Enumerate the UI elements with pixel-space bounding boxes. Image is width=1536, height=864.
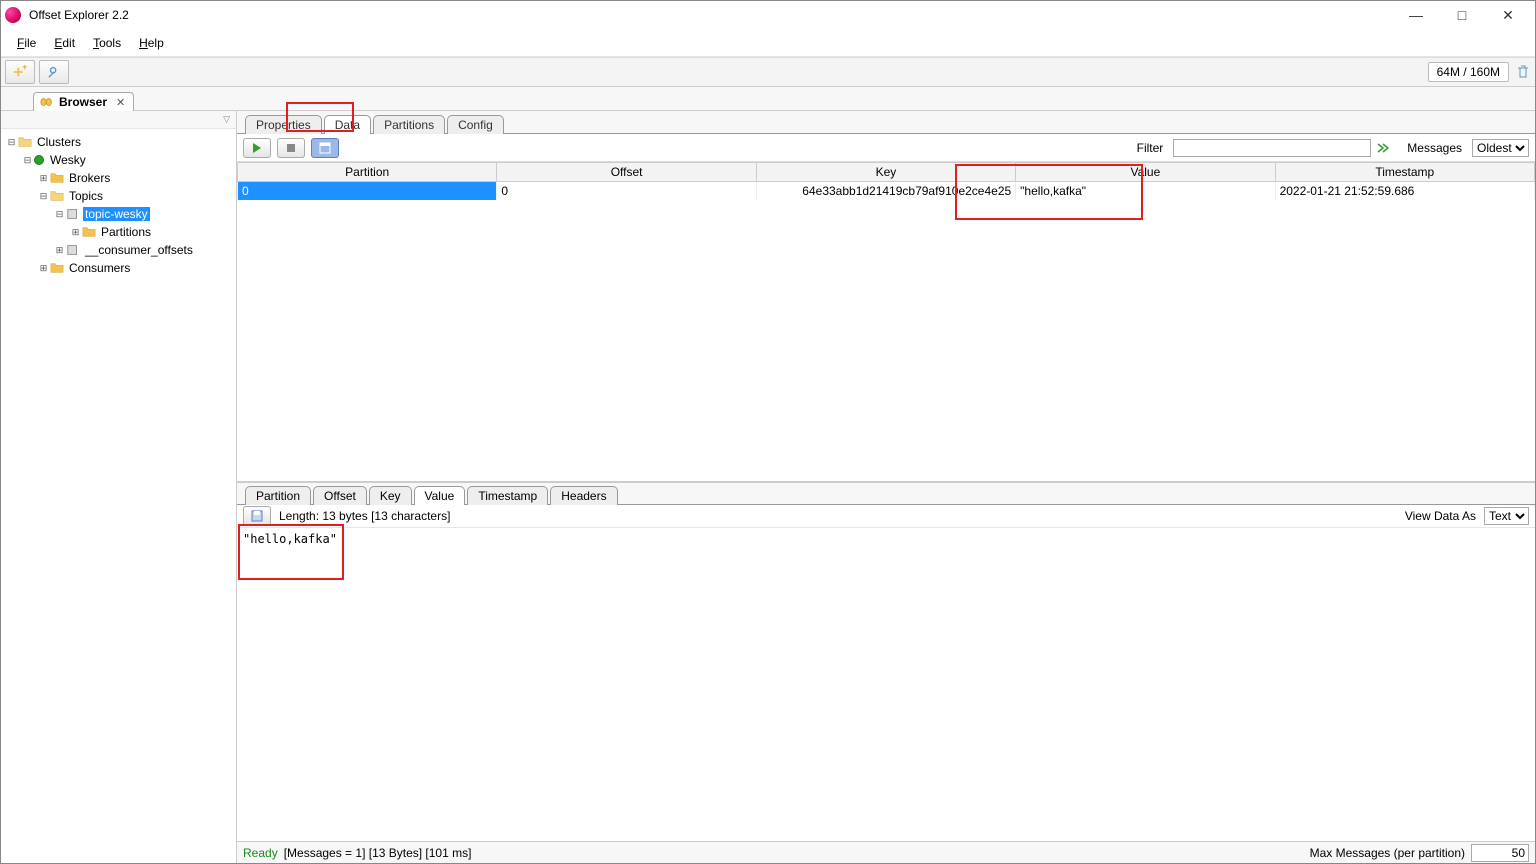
menu-edit[interactable]: Edit (46, 34, 83, 52)
tab-config[interactable]: Config (447, 115, 504, 134)
folder-icon (50, 171, 64, 185)
stop-button[interactable] (277, 138, 305, 158)
tab-partitions-main[interactable]: Partitions (373, 115, 445, 134)
wrench-icon (47, 65, 61, 79)
tree-clusters[interactable]: ⊟ Clusters (3, 133, 234, 151)
detail-tabs: Partition Offset Key Value Timestamp Hea… (237, 482, 1535, 504)
tree-consumers[interactable]: ⊞ Consumers (3, 259, 234, 277)
browser-sidebar: ▽ ⊟ Clusters ⊟ Wesky ⊞ Brokers ⊟ Topics (1, 111, 237, 863)
filter-go-button[interactable] (1377, 141, 1391, 155)
cell-value: "hello,kafka" (1016, 182, 1275, 200)
go-arrow-icon (1377, 142, 1389, 154)
tree-partitions[interactable]: ⊞ Partitions (3, 223, 234, 241)
view-mode-button[interactable] (311, 138, 339, 158)
cell-offset: 0 (497, 182, 756, 200)
tab-properties[interactable]: Properties (245, 115, 322, 134)
menu-tools[interactable]: Tools (85, 34, 129, 52)
tab-close-icon[interactable]: ✕ (116, 96, 125, 109)
stop-icon (285, 142, 297, 154)
detail-body[interactable]: "hello,kafka" (237, 528, 1535, 841)
add-icon: + (13, 65, 27, 79)
detail-tab-headers[interactable]: Headers (550, 486, 617, 505)
messages-select[interactable]: Oldest (1472, 139, 1529, 157)
tree-topic-wesky[interactable]: ⊟ topic-wesky (3, 205, 234, 223)
trash-icon (1515, 64, 1531, 80)
cell-key: 64e33abb1d21419cb79af910e2ce4e25 (756, 182, 1015, 200)
cell-timestamp: 2022-01-21 21:52:59.686 (1275, 182, 1534, 200)
col-key[interactable]: Key (756, 163, 1015, 182)
cell-partition: 0 (238, 182, 497, 200)
menu-bar: File Edit Tools Help (1, 29, 1535, 57)
editor-tabs: Browser ✕ (1, 87, 1535, 111)
detail-toolbar: Length: 13 bytes [13 characters] View Da… (237, 504, 1535, 528)
col-partition[interactable]: Partition (238, 163, 497, 182)
menu-help[interactable]: Help (131, 34, 172, 52)
maximize-button[interactable]: □ (1439, 1, 1485, 29)
browser-tab-icon (40, 95, 54, 109)
panel-icon (319, 142, 331, 154)
memory-total: 160M (1470, 65, 1500, 79)
filter-input[interactable] (1173, 139, 1371, 157)
folder-open-icon (50, 189, 64, 203)
col-value[interactable]: Value (1016, 163, 1275, 182)
max-messages-label: Max Messages (per partition) (1310, 846, 1465, 860)
status-ready: Ready (243, 846, 278, 860)
app-icon (5, 7, 21, 23)
main-toolbar: + 64M / 160M (1, 57, 1535, 87)
memory-indicator: 64M / 160M (1428, 62, 1509, 82)
browser-tab[interactable]: Browser ✕ (33, 92, 134, 111)
status-bar: Ready [Messages = 1] [13 Bytes] [101 ms]… (237, 841, 1535, 863)
view-data-as-label: View Data As (1405, 509, 1476, 523)
topic-tabs: Properties Data Partitions Config (237, 111, 1535, 133)
col-offset[interactable]: Offset (497, 163, 756, 182)
detail-tab-timestamp[interactable]: Timestamp (467, 486, 548, 505)
sidebar-header: ▽ (1, 111, 236, 129)
close-button[interactable]: ✕ (1485, 1, 1531, 29)
status-dot-icon (34, 155, 44, 165)
topic-icon (66, 243, 80, 257)
table-row[interactable]: 0 0 64e33abb1d21419cb79af910e2ce4e25 "he… (238, 182, 1535, 200)
cluster-tree[interactable]: ⊟ Clusters ⊟ Wesky ⊞ Brokers ⊟ Topics ⊟ (1, 129, 236, 281)
detail-tab-partition[interactable]: Partition (245, 486, 311, 505)
length-label: Length: 13 bytes [13 characters] (279, 509, 450, 523)
folder-icon (82, 225, 96, 239)
data-toolbar: Filter Messages Oldest (237, 134, 1535, 162)
messages-table[interactable]: Partition Offset Key Value Timestamp 0 0… (237, 162, 1535, 482)
tree-cluster-wesky[interactable]: ⊟ Wesky (3, 151, 234, 169)
settings-button[interactable] (39, 60, 69, 84)
folder-open-icon (18, 135, 32, 149)
add-cluster-button[interactable]: + (5, 60, 35, 84)
play-button[interactable] (243, 138, 271, 158)
col-timestamp[interactable]: Timestamp (1275, 163, 1534, 182)
folder-icon (50, 261, 64, 275)
play-icon (251, 142, 263, 154)
topic-icon (66, 207, 80, 221)
detail-tab-key[interactable]: Key (369, 486, 412, 505)
messages-label: Messages (1407, 141, 1462, 155)
tree-brokers[interactable]: ⊞ Brokers (3, 169, 234, 187)
browser-tab-label: Browser (59, 95, 107, 109)
window-title: Offset Explorer 2.2 (29, 8, 129, 22)
tree-consumer-offsets[interactable]: ⊞ __consumer_offsets (3, 241, 234, 259)
save-detail-button[interactable] (243, 506, 271, 526)
tab-data[interactable]: Data (324, 115, 371, 134)
table-header-row: Partition Offset Key Value Timestamp (238, 163, 1535, 182)
collapse-icon[interactable]: ▽ (223, 114, 230, 125)
detail-tab-offset[interactable]: Offset (313, 486, 367, 505)
title-bar: Offset Explorer 2.2 — □ ✕ (1, 1, 1535, 29)
svg-text:+: + (22, 65, 27, 73)
max-messages-input[interactable] (1471, 844, 1529, 862)
minimize-button[interactable]: — (1393, 1, 1439, 29)
gc-button[interactable] (1515, 64, 1531, 80)
filter-label: Filter (1137, 141, 1164, 155)
status-info: [Messages = 1] [13 Bytes] [101 ms] (284, 846, 472, 860)
save-icon (251, 510, 263, 522)
tree-topics[interactable]: ⊟ Topics (3, 187, 234, 205)
detail-tab-value[interactable]: Value (414, 486, 466, 505)
menu-file[interactable]: File (9, 34, 44, 52)
memory-used: 64M (1437, 65, 1460, 79)
view-data-as-select[interactable]: Text (1484, 507, 1529, 525)
